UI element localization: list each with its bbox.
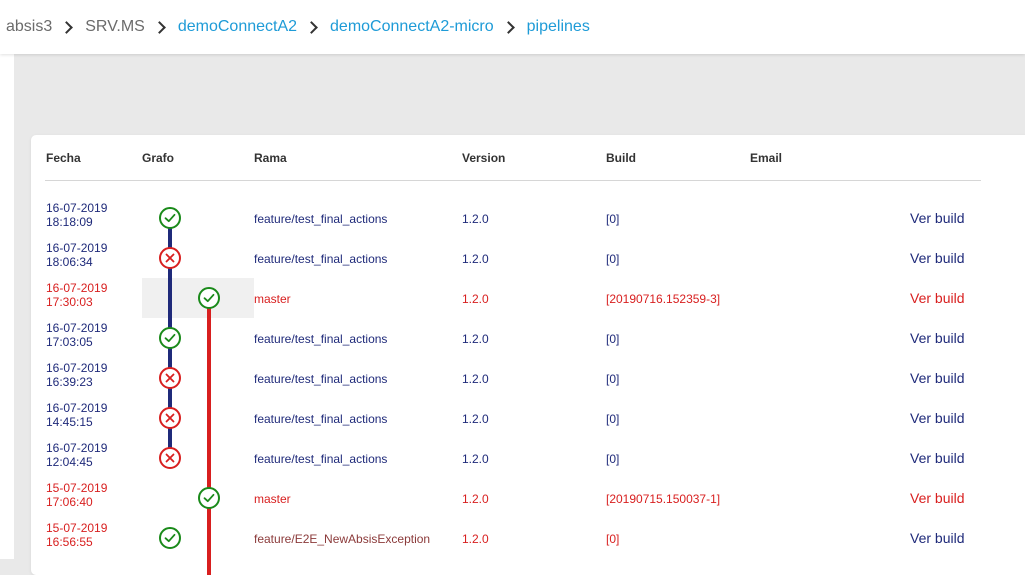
row-date-time: 18:06:34	[46, 255, 93, 269]
row-branch: feature/test_final_actions	[254, 452, 388, 466]
row-date-day: 16-07-2019	[46, 281, 108, 295]
header-divider	[45, 180, 981, 181]
breadcrumb-item-democonnecta2-micro[interactable]: demoConnectA2-micro	[330, 17, 494, 37]
table-row[interactable]: 15-07-2019 17:06:40 master 1.2.0 [20190715.1…	[31, 478, 1025, 518]
chevron-right-icon	[60, 20, 74, 34]
row-date-time: 14:45:15	[46, 415, 93, 429]
row-version: 1.2.0	[462, 412, 489, 426]
column-header-grafo[interactable]: Grafo	[142, 151, 174, 165]
row-date-time: 16:39:23	[46, 375, 93, 389]
row-branch: feature/test_final_actions	[254, 332, 388, 346]
success-check-icon[interactable]	[159, 207, 181, 229]
breadcrumb: absis3 SRV.MS demoConnectA2 demoConnectA…	[6, 17, 590, 37]
row-date-day: 16-07-2019	[46, 441, 108, 455]
row-date-time: 17:30:03	[46, 295, 93, 309]
breadcrumb-item-absis3[interactable]: absis3	[6, 17, 52, 37]
row-build: [20190716.152359-3]	[606, 292, 721, 306]
chevron-right-icon	[152, 20, 166, 34]
row-date: 16-07-2019 18:18:09	[46, 201, 126, 229]
column-header-version[interactable]: Version	[462, 151, 505, 165]
column-header-fecha[interactable]: Fecha	[46, 151, 81, 165]
success-check-icon[interactable]	[198, 287, 220, 309]
failure-x-icon[interactable]	[159, 447, 181, 469]
row-date: 16-07-2019 17:30:03	[46, 281, 126, 309]
row-branch: master	[254, 292, 291, 306]
row-branch: master	[254, 492, 291, 506]
ver-build-link[interactable]: Ver build	[910, 370, 964, 386]
row-build: [0]	[606, 332, 620, 346]
row-date-time: 16:56:55	[46, 535, 93, 549]
row-date: 16-07-2019 16:39:23	[46, 361, 126, 389]
top-bar: absis3 SRV.MS demoConnectA2 demoConnectA…	[0, 0, 1025, 54]
row-date-time: 18:18:09	[46, 215, 93, 229]
row-build: [0]	[606, 412, 620, 426]
row-branch: feature/test_final_actions	[254, 212, 388, 226]
row-version: 1.2.0	[462, 292, 489, 306]
row-date-day: 16-07-2019	[46, 201, 108, 215]
row-date: 15-07-2019 17:06:40	[46, 481, 126, 509]
row-date: 16-07-2019 17:03:05	[46, 321, 126, 349]
row-branch: feature/test_final_actions	[254, 412, 388, 426]
row-branch: feature/test_final_actions	[254, 252, 388, 266]
row-date-day: 16-07-2019	[46, 241, 108, 255]
success-check-icon[interactable]	[159, 327, 181, 349]
row-date-time: 17:03:05	[46, 335, 93, 349]
row-date: 15-07-2019 16:56:55	[46, 521, 126, 549]
column-header-rama[interactable]: Rama	[254, 151, 287, 165]
breadcrumb-item-srv-ms[interactable]: SRV.MS	[85, 17, 145, 37]
row-version: 1.2.0	[462, 492, 489, 506]
row-build: [0]	[606, 452, 620, 466]
ver-build-link[interactable]: Ver build	[910, 210, 964, 226]
ver-build-link[interactable]: Ver build	[910, 530, 964, 546]
failure-x-icon[interactable]	[159, 247, 181, 269]
row-date-time: 12:04:45	[46, 455, 93, 469]
row-version: 1.2.0	[462, 452, 489, 466]
table-row[interactable]: 16-07-2019 17:30:03 master 1.2.0 [20190716.1…	[31, 278, 1025, 318]
row-version: 1.2.0	[462, 332, 489, 346]
success-check-icon[interactable]	[198, 487, 220, 509]
ver-build-link[interactable]: Ver build	[910, 410, 964, 426]
breadcrumb-item-democonnecta2[interactable]: demoConnectA2	[178, 17, 297, 37]
row-version: 1.2.0	[462, 372, 489, 386]
ver-build-link[interactable]: Ver build	[910, 490, 964, 506]
row-version: 1.2.0	[462, 252, 489, 266]
breadcrumb-item-pipelines[interactable]: pipelines	[527, 17, 590, 37]
ver-build-link[interactable]: Ver build	[910, 290, 964, 306]
chevron-right-icon	[305, 20, 318, 34]
row-date-time: 17:06:40	[46, 495, 93, 509]
row-date: 16-07-2019 12:04:45	[46, 441, 126, 469]
ver-build-link[interactable]: Ver build	[910, 330, 964, 346]
row-date: 16-07-2019 18:06:34	[46, 241, 126, 269]
row-version: 1.2.0	[462, 532, 489, 546]
row-build: [0]	[606, 372, 620, 386]
row-date-day: 16-07-2019	[46, 401, 108, 415]
ver-build-link[interactable]: Ver build	[910, 250, 964, 266]
row-build: [0]	[606, 532, 620, 546]
row-date: 16-07-2019 14:45:15	[46, 401, 126, 429]
chevron-right-icon	[501, 20, 515, 34]
row-build: [20190715.150037-1]	[606, 492, 721, 506]
column-header-email[interactable]: Email	[750, 151, 782, 165]
success-check-icon[interactable]	[159, 527, 181, 549]
row-build: [0]	[606, 252, 620, 266]
row-version: 1.2.0	[462, 212, 489, 226]
row-date-day: 15-07-2019	[46, 521, 108, 535]
row-build: [0]	[606, 212, 620, 226]
column-header-build[interactable]: Build	[606, 151, 636, 165]
row-branch: feature/test_final_actions	[254, 372, 388, 386]
failure-x-icon[interactable]	[159, 367, 181, 389]
row-date-day: 15-07-2019	[46, 481, 108, 495]
ver-build-link[interactable]: Ver build	[910, 450, 964, 466]
side-panel-edge	[0, 54, 14, 559]
pipelines-table-card: Fecha Grafo Rama Version Build Email 16-…	[31, 135, 1025, 575]
row-date-day: 16-07-2019	[46, 361, 108, 375]
row-date-day: 16-07-2019	[46, 321, 108, 335]
row-branch: feature/E2E_NewAbsisException	[254, 532, 431, 546]
failure-x-icon[interactable]	[159, 407, 181, 429]
